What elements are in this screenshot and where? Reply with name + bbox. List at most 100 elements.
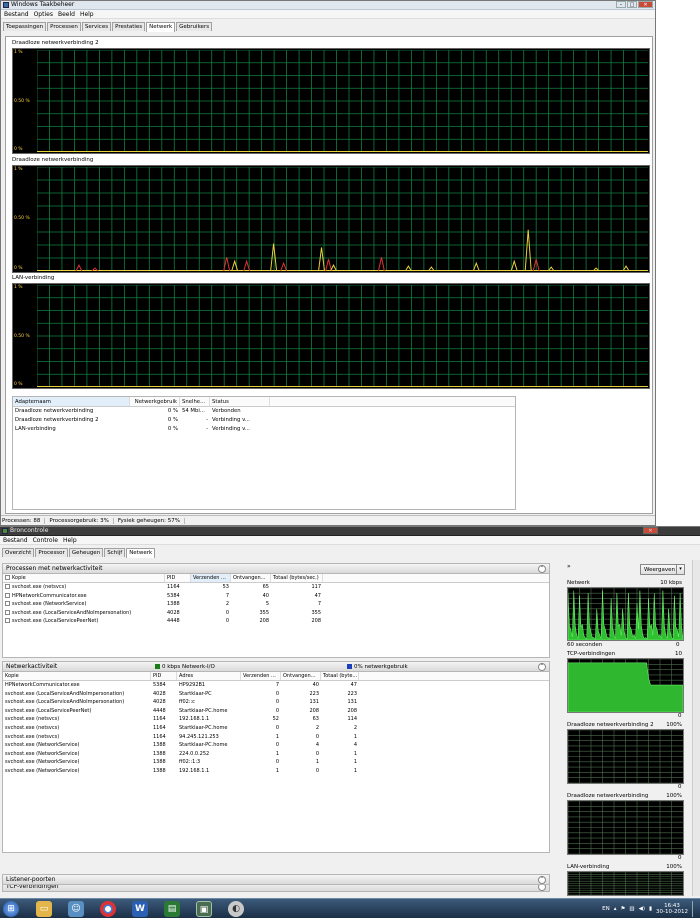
table-row[interactable]: svchost.exe (LocalServicePeerNet) 4448 0 20…	[3, 617, 549, 626]
col-send[interactable]: Verzenden ...	[241, 672, 281, 680]
col-kopie[interactable]: Kopie	[3, 574, 165, 582]
side-graph-footer-right: 0	[676, 642, 680, 648]
row-checkbox[interactable]	[5, 618, 10, 624]
col-speed[interactable]: Snelhe...	[180, 397, 210, 406]
menu-beeld[interactable]: Beeld	[58, 11, 75, 18]
volume-icon[interactable]: ◀)	[639, 906, 645, 912]
tab-geheugen[interactable]: Geheugen	[68, 548, 104, 557]
tab-services[interactable]: Services	[81, 22, 112, 31]
section-header[interactable]: Listener-poorten ˅	[3, 875, 549, 885]
menu-bestand[interactable]: Bestand	[4, 11, 29, 18]
col-pid[interactable]: PID	[165, 574, 191, 582]
cell-value: 1164	[167, 584, 180, 590]
col-total[interactable]: Totaal (bytes/sec.)	[271, 574, 323, 582]
mouse-icon[interactable]: ◐	[228, 901, 244, 917]
table-row[interactable]: svchost.exe (NetworkService) 1388 224.0.0.…	[3, 750, 549, 759]
row-checkbox[interactable]	[5, 584, 10, 589]
processes-section: Processen met netwerkactiviteit ˄ Kopie …	[2, 563, 550, 658]
col-adapter-name[interactable]: Adapternaam	[13, 397, 130, 406]
close-button[interactable]: ✕	[643, 527, 658, 534]
collapse-side-panel-icon[interactable]: »	[567, 563, 575, 571]
cell-value: 1	[353, 750, 357, 757]
tab-processen[interactable]: Processen	[47, 22, 81, 31]
cell-value: 0	[315, 733, 319, 740]
section-header[interactable]: Processen met netwerkactiviteit ˄	[3, 564, 549, 574]
menu-bestand[interactable]: Bestand	[3, 537, 28, 544]
table-row[interactable]: svchost.exe (NetworkService) 1388 ff02::1:…	[3, 758, 549, 767]
col-receive[interactable]: Ontvangen...	[231, 574, 271, 582]
cell-value: 208	[309, 707, 319, 714]
table-row[interactable]: Draadloze netwerkverbinding 2 0 % - Verb…	[13, 416, 515, 425]
tab-processor[interactable]: Processor	[35, 548, 68, 557]
minimize-button[interactable]: –	[616, 1, 626, 8]
resource-monitor-titlebar[interactable]: Broncontrole ✕	[0, 527, 700, 536]
network-icon[interactable]: ▥	[629, 906, 634, 912]
cell-value: 7	[317, 601, 321, 608]
task-manager-titlebar[interactable]: Windows Taakbeheer – □ ✕	[1, 1, 655, 10]
table-row[interactable]: svchost.exe (LocalServiceAndNoImpersonat…	[3, 690, 549, 699]
maximize-button[interactable]: □	[627, 1, 637, 8]
row-checkbox[interactable]	[5, 601, 10, 607]
col-total[interactable]: Totaal (byte...	[321, 672, 359, 680]
table-row[interactable]: HPNetworkCommunicator.exe 5384 7 40 47	[3, 592, 549, 601]
table-row[interactable]: svchost.exe (LocalServicePeerNet) 4448 Sta…	[3, 707, 549, 716]
monitor-icon[interactable]: ▣	[196, 901, 212, 917]
col-send[interactable]: Verzenden ...	[191, 574, 231, 582]
col-pid[interactable]: PID	[151, 672, 177, 680]
close-button[interactable]: ✕	[638, 1, 653, 8]
flag-icon[interactable]: ⚑	[620, 906, 625, 912]
col-kopie[interactable]: Kopie	[3, 672, 151, 680]
views-button[interactable]: Weergaven ▾	[640, 564, 685, 575]
row-checkbox[interactable]	[5, 592, 10, 598]
cell-value: svchost.exe (NetworkService)	[5, 759, 80, 766]
table-row[interactable]: svchost.exe (netsvcs) 1164 53 65 117	[3, 583, 549, 592]
expand-icon[interactable]: ˅	[538, 876, 546, 884]
windows-start-icon[interactable]: ⊞	[3, 901, 19, 917]
tab-netwerk[interactable]: Netwerk	[146, 22, 176, 32]
section-header[interactable]: Netwerkactiviteit 0 kbps Netwerk-I/O 0% …	[3, 662, 549, 672]
table-row[interactable]: LAN-verbinding 0 % - Verbinding v...	[13, 425, 515, 434]
col-network-usage[interactable]: Netwerkgebruik	[130, 397, 180, 406]
tab-prestaties[interactable]: Prestaties	[112, 22, 146, 31]
menu-help[interactable]: Help	[80, 11, 94, 18]
side-graph-max: 10	[675, 651, 682, 657]
col-address[interactable]: Adres	[177, 672, 241, 680]
collapse-icon[interactable]: ˄	[538, 663, 546, 671]
language-indicator[interactable]: EN	[602, 906, 610, 912]
tab-gebruikers[interactable]: Gebruikers	[176, 22, 213, 31]
tab-schijf[interactable]: Schijf	[104, 548, 126, 557]
table-row[interactable]: HPNetworkCommunicator.exe 5384 HP9292B1 7 40…	[3, 681, 549, 690]
power-icon[interactable]: ▮	[649, 906, 652, 912]
people-icon[interactable]: ☺	[68, 901, 84, 917]
col-receive[interactable]: Ontvangen...	[281, 672, 321, 680]
chrome-icon[interactable]	[100, 901, 116, 917]
menu-opties[interactable]: Opties	[34, 11, 53, 18]
table-row[interactable]: svchost.exe (LocalServiceAndNoImpersonat…	[3, 609, 549, 618]
folder-icon[interactable]: ▭	[36, 901, 52, 917]
table-row[interactable]: svchost.exe (NetworkService) 1388 192.168.…	[3, 767, 549, 776]
y-tick-mid: 0.50 %	[14, 334, 30, 339]
select-all-checkbox[interactable]	[5, 575, 10, 580]
table-row[interactable]: svchost.exe (LocalServiceAndNoImpersonat…	[3, 698, 549, 707]
table-row[interactable]: svchost.exe (netsvcs) 1164 Startklaar-PC.h…	[3, 724, 549, 733]
table-row[interactable]: svchost.exe (NetworkService) 1388 2 5 7	[3, 600, 549, 609]
tab-toepassingen[interactable]: Toepassingen	[3, 22, 47, 31]
tab-overzicht[interactable]: Overzicht	[2, 548, 35, 557]
tray-arrow-icon[interactable]: ▴	[614, 906, 617, 912]
task-manager-icon[interactable]: ▤	[164, 901, 180, 917]
word-icon[interactable]: W	[132, 901, 148, 917]
table-row[interactable]: svchost.exe (NetworkService) 1388 Startkla…	[3, 741, 549, 750]
clock[interactable]: 16:43 30-10-2012	[656, 903, 688, 916]
menu-controle[interactable]: Controle	[33, 537, 58, 544]
table-row[interactable]: svchost.exe (netsvcs) 1164 94.245.121.253 1…	[3, 733, 549, 742]
row-checkbox[interactable]	[5, 609, 10, 615]
show-desktop-button[interactable]	[692, 901, 698, 917]
table-row[interactable]: Draadloze netwerkverbinding 0 % 54 Mbi..…	[13, 407, 515, 416]
menu-help[interactable]: Help	[63, 537, 77, 544]
side-panel-scrollbar[interactable]	[692, 560, 700, 896]
collapse-icon[interactable]: ˄	[538, 565, 546, 573]
activity-spike	[325, 259, 333, 271]
col-status[interactable]: Status	[210, 397, 270, 406]
tab-netwerk[interactable]: Netwerk	[126, 548, 156, 558]
table-row[interactable]: svchost.exe (netsvcs) 1164 192.168.1.1 52 63…	[3, 715, 549, 724]
